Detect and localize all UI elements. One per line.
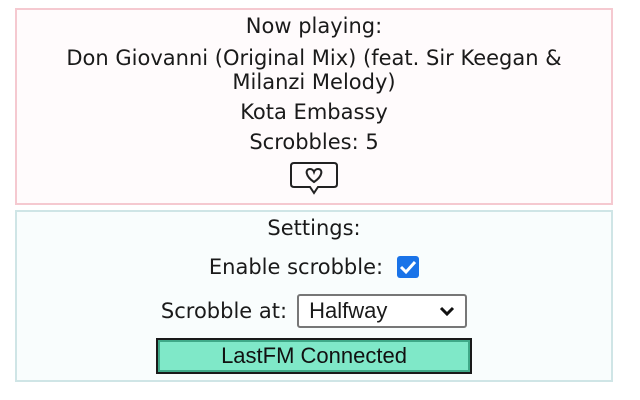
settings-heading: Settings: — [267, 216, 361, 240]
track-title: Don Giovanni (Original Mix) (feat. Sir K… — [66, 46, 562, 94]
scrobble-at-row: Scrobble at: Halfway — [17, 294, 611, 328]
enable-scrobble-row: Enable scrobble: — [17, 254, 611, 280]
scrobble-at-label: Scrobble at: — [160, 299, 288, 323]
checkmark-icon — [400, 260, 417, 275]
heart-speech-bubble-icon[interactable] — [288, 160, 340, 196]
scrobble-count: Scrobbles: 5 — [249, 130, 379, 154]
scrobble-at-value: Halfway — [309, 298, 388, 323]
now-playing-heading: Now playing: — [245, 14, 383, 38]
artist-name: Kota Embassy — [240, 100, 388, 124]
lastfm-connect-button[interactable]: LastFM Connected — [156, 338, 472, 374]
scrobble-at-select[interactable]: Halfway — [297, 294, 468, 328]
enable-scrobble-label: Enable scrobble: — [208, 255, 384, 279]
enable-scrobble-checkbox[interactable] — [397, 256, 420, 278]
settings-panel: Settings: Enable scrobble: Scrobble at: … — [15, 210, 613, 382]
chevron-down-icon — [440, 306, 455, 316]
now-playing-panel: Now playing: Don Giovanni (Original Mix)… — [15, 8, 613, 205]
